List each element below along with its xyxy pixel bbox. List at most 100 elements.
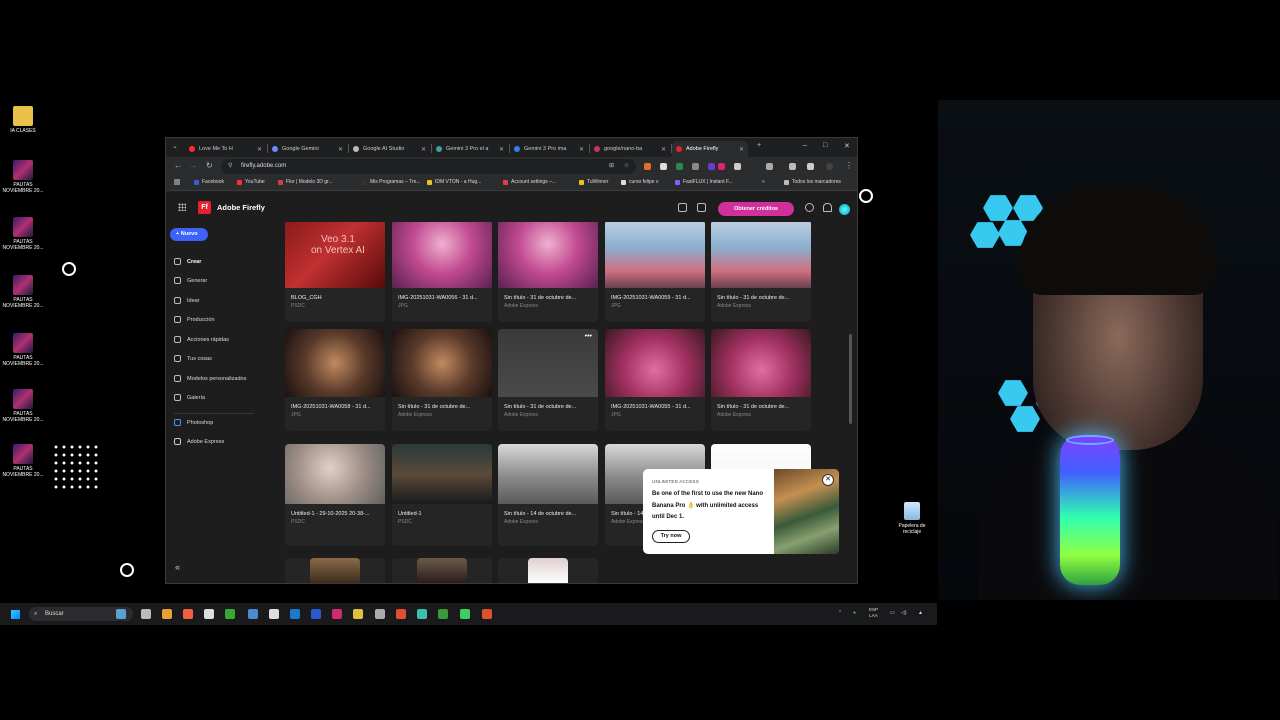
new-button[interactable]: + Nuevo <box>170 228 208 241</box>
sidebar-item-acciones-rapidas[interactable]: Acciones rápidas <box>174 336 229 343</box>
browser-tab[interactable]: Google Gemini ✕ <box>268 141 347 157</box>
notification-icon[interactable]: ▲ <box>918 610 923 616</box>
close-tab-icon[interactable]: ✕ <box>257 146 262 153</box>
gallery-card[interactable]: Sin título - 31 de octubre de... Adobe Ex… <box>711 222 811 322</box>
browser-tab[interactable]: Gemini 3 Pro el a ✕ <box>432 141 508 157</box>
bookmark-item[interactable]: FastFLUX | Instant F... <box>675 179 733 185</box>
gallery-card[interactable]: Sin título - 31 de octubre de... Adobe Ex… <box>711 329 811 431</box>
taskbar-app-icon[interactable] <box>290 609 300 619</box>
taskbar-app-icon[interactable] <box>482 609 492 619</box>
collapse-sidebar-icon[interactable]: « <box>175 562 180 572</box>
profile-icon[interactable] <box>826 163 833 170</box>
site-info-icon[interactable]: ⚲ <box>228 159 232 174</box>
extension-icon[interactable] <box>644 163 651 170</box>
sidebar-item-galeria[interactable]: Galería <box>174 394 205 401</box>
gallery-card[interactable]: ••• Sin título - 31 de octubre de... Adobe… <box>498 329 598 431</box>
taskbar-app-icon[interactable] <box>438 609 448 619</box>
gallery-card[interactable]: IMG-20251031-WA0056 - 31 d... JPG <box>392 222 492 322</box>
gallery-card[interactable] <box>498 558 598 583</box>
volume-icon[interactable]: ◁) <box>901 610 907 616</box>
tab-search-icon[interactable]: ⌄ <box>172 142 178 150</box>
gallery-card[interactable]: IMG-20251031-WA0055 - 31 d... JPG <box>605 329 705 431</box>
sidebar-app-adobe-express[interactable]: Adobe Express <box>174 438 224 445</box>
apps-grid-icon[interactable] <box>174 179 180 185</box>
taskbar-app-icon[interactable] <box>116 609 126 619</box>
close-tab-icon[interactable]: ✕ <box>499 146 504 153</box>
bookmark-star-icon[interactable]: ☆ <box>624 159 629 174</box>
bookmark-item[interactable]: curso felipe v <box>621 179 658 185</box>
network-icon[interactable]: ▭ <box>890 610 895 616</box>
app-title[interactable]: Adobe Firefly <box>217 203 265 212</box>
back-icon[interactable]: ← <box>174 161 182 170</box>
get-credits-button[interactable]: Obtener créditos <box>718 202 794 216</box>
gallery-card[interactable]: IMG-20251031-WA0059 - 31 d... JPG <box>605 222 705 322</box>
gallery-card[interactable] <box>285 558 385 583</box>
desktop-icon[interactable]: PAUTAS NOVIEMBRE 20... <box>0 444 48 478</box>
gallery-card[interactable]: Sin título - 14 de octubre de... Adobe Ex… <box>498 444 598 546</box>
browser-tab[interactable]: Google AI Studio ✕ <box>349 141 430 157</box>
taskbar-app-icon[interactable] <box>353 609 363 619</box>
gift-icon[interactable] <box>678 203 687 212</box>
gallery-card[interactable]: Sin título - 31 de octubre de... Adobe Ex… <box>498 222 598 322</box>
close-window-button[interactable]: ✕ <box>844 142 850 150</box>
extension-icon[interactable] <box>807 163 814 170</box>
close-popup-button[interactable]: ✕ <box>822 474 834 486</box>
desktop-icon[interactable]: PAUTAS NOVIEMBRE 20... <box>0 160 48 194</box>
taskbar-app-icon[interactable] <box>204 609 214 619</box>
sidebar-item-produccion[interactable]: Producción <box>174 316 215 323</box>
translate-icon[interactable]: ⊞ <box>609 159 614 174</box>
address-bar[interactable]: ⚲ firefly.adobe.com ⊞ ☆ <box>221 159 636 174</box>
desktop-icon[interactable]: PAUTAS NOVIEMBRE 20... <box>0 333 48 367</box>
browser-tab[interactable]: Love Me To H ✕ <box>185 141 266 157</box>
taskbar-app-icon[interactable] <box>183 609 193 619</box>
reload-icon[interactable]: ↻ <box>206 161 213 170</box>
firefly-logo[interactable]: Ff <box>198 201 211 214</box>
gallery-card[interactable]: IMG-20251031-WA0058 - 31 d... JPG <box>285 329 385 431</box>
extension-icon[interactable] <box>789 163 796 170</box>
gallery-card[interactable]: Untitled-1 - 29-10-2025 20-38-... PSDC <box>285 444 385 546</box>
close-tab-icon[interactable]: ✕ <box>338 146 343 153</box>
extension-icon[interactable] <box>734 163 741 170</box>
forward-icon[interactable]: → <box>189 161 197 170</box>
recycle-bin[interactable]: Papelera de reciclaje <box>892 502 932 535</box>
taskbar-app-icon[interactable] <box>396 609 406 619</box>
taskbar-app-icon[interactable] <box>269 609 279 619</box>
taskbar-app-icon[interactable] <box>417 609 427 619</box>
close-tab-icon[interactable]: ✕ <box>739 146 744 153</box>
desktop-icon[interactable]: PAUTAS NOVIEMBRE 20... <box>0 217 48 251</box>
menu-icon[interactable]: ⋮ <box>845 161 853 170</box>
browser-tab[interactable]: Adobe Firefly ✕ <box>672 141 748 157</box>
new-tab-button[interactable]: + <box>757 142 761 149</box>
extension-icon[interactable] <box>718 163 725 170</box>
bookmark-item[interactable]: YouTube <box>237 179 265 185</box>
extensions-puzzle-icon[interactable] <box>766 163 773 170</box>
close-tab-icon[interactable]: ✕ <box>661 146 666 153</box>
gallery-card[interactable]: Sin título - 31 de octubre de... Adobe Ex… <box>392 329 492 431</box>
sidebar-item-idear[interactable]: Idear <box>174 297 200 304</box>
sidebar-item-tus-cosas[interactable]: Tus cosas <box>174 355 212 362</box>
bookmark-item[interactable]: IDM VTON - a Hug... <box>427 179 481 185</box>
extension-icon[interactable] <box>692 163 699 170</box>
desktop-icon[interactable]: PAUTAS NOVIEMBRE 20... <box>0 389 48 423</box>
close-tab-icon[interactable]: ✕ <box>579 146 584 153</box>
taskbar-app-icon[interactable] <box>248 609 258 619</box>
taskbar-app-icon[interactable] <box>311 609 321 619</box>
sidebar-app-photoshop[interactable]: Photoshop <box>174 419 213 426</box>
sidebar-item-generar[interactable]: Generar <box>174 277 207 284</box>
close-tab-icon[interactable]: ✕ <box>421 146 426 153</box>
taskbar-app-icon[interactable] <box>460 609 470 619</box>
browser-tab[interactable]: Gemini 3 Pro ima ✕ <box>510 141 588 157</box>
bookmark-item[interactable]: Facebook <box>194 179 224 185</box>
more-options-icon[interactable]: ••• <box>585 333 592 340</box>
taskbar-app-icon[interactable] <box>225 609 235 619</box>
taskbar-app-icon[interactable] <box>162 609 172 619</box>
bookmark-item[interactable]: Account settings –... <box>503 179 556 185</box>
extension-icon[interactable] <box>708 163 715 170</box>
gallery-card[interactable]: Untitled-1 PSDC <box>392 444 492 546</box>
all-bookmarks[interactable]: Todos los marcadores <box>784 179 841 185</box>
chat-icon[interactable] <box>697 203 706 212</box>
taskbar-app-icon[interactable] <box>141 609 151 619</box>
maximize-button[interactable]: □ <box>823 142 827 149</box>
browser-tab[interactable]: google/nano-ba ✕ <box>590 141 670 157</box>
sidebar-item-modelos-personalizados[interactable]: Modelos personalizados <box>174 375 246 382</box>
